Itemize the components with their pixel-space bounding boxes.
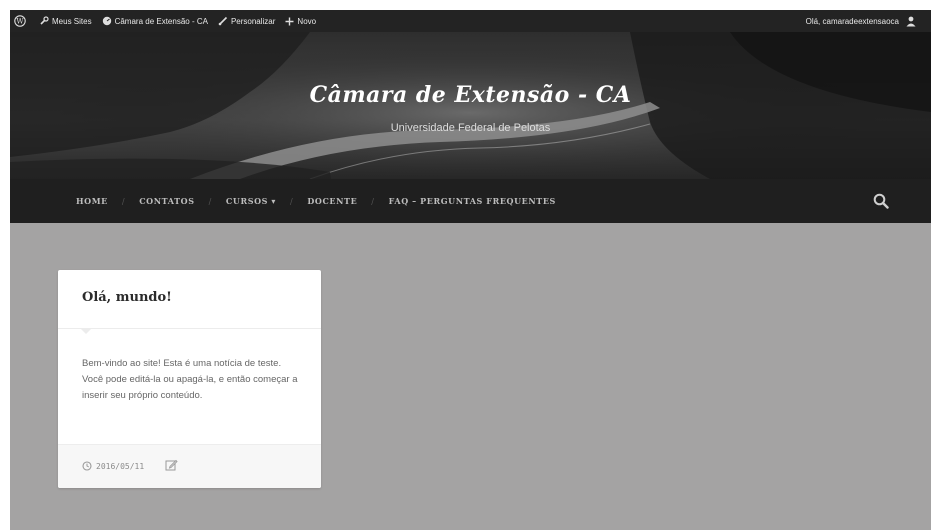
admin-bar: W Meus Sites Câmara de Extensão - CA Per… — [10, 10, 931, 32]
site-title[interactable]: Câmara de Extensão - CA — [10, 82, 931, 108]
greeting-label: Olá, camaradeextensaoca — [805, 16, 899, 26]
browser-viewport: W Meus Sites Câmara de Extensão - CA Per… — [10, 10, 931, 530]
site-name-label: Câmara de Extensão - CA — [114, 16, 208, 26]
my-sites-label: Meus Sites — [52, 16, 92, 26]
edit-icon[interactable] — [165, 459, 178, 471]
wordpress-icon: W — [14, 15, 26, 27]
brush-icon — [218, 16, 228, 26]
dashboard-icon — [102, 16, 111, 26]
post-meta: 2016/05/11 — [58, 444, 321, 488]
svg-text:W: W — [16, 18, 24, 26]
site-name-menu[interactable]: Câmara de Extensão - CA — [98, 10, 214, 32]
nav-separator: / — [121, 196, 126, 206]
main-navigation: HOME / CONTATOS / CURSOS ▾ / DOCENTE / F… — [10, 179, 931, 223]
post-date[interactable]: 2016/05/11 — [82, 461, 144, 471]
post-excerpt: Bem-vindo ao site! Esta é uma notícia de… — [82, 358, 298, 401]
customize-menu[interactable]: Personalizar — [214, 10, 281, 32]
my-sites-menu[interactable]: Meus Sites — [35, 10, 98, 32]
customize-label: Personalizar — [230, 16, 276, 26]
site-header: Câmara de Extensão - CA Universidade Fed… — [10, 32, 931, 179]
nav-separator: / — [208, 196, 212, 206]
new-label: Novo — [297, 16, 317, 26]
post-date-label: 2016/05/11 — [96, 461, 145, 471]
plus-icon — [285, 17, 294, 25]
card-divider — [58, 328, 321, 329]
new-content-menu[interactable]: Novo — [281, 10, 322, 32]
post-card: Olá, mundo! Bem-vindo ao site! Esta é um… — [58, 270, 321, 488]
user-icon — [906, 16, 916, 27]
nav-separator: / — [290, 196, 294, 206]
wordpress-menu[interactable]: W — [10, 10, 35, 32]
account-menu[interactable]: Olá, camaradeextensaoca — [806, 10, 917, 32]
nav-item-docente[interactable]: DOCENTE — [307, 196, 357, 206]
nav-separator: / — [371, 196, 375, 206]
site-description: Universidade Federal de Pelotas — [390, 122, 551, 134]
wrench-icon — [40, 16, 49, 25]
clock-icon — [82, 461, 92, 471]
nav-item-faq[interactable]: FAQ – PERGUNTAS FREQUENTES — [389, 196, 556, 206]
post-title[interactable]: Olá, mundo! — [82, 290, 172, 305]
nav-item-contatos[interactable]: CONTATOS — [139, 196, 194, 206]
nav-item-home[interactable]: HOME — [76, 196, 108, 206]
search-icon[interactable] — [873, 193, 889, 209]
nav-item-cursos[interactable]: CURSOS ▾ — [226, 196, 276, 206]
card-divider-arrow — [80, 328, 92, 334]
